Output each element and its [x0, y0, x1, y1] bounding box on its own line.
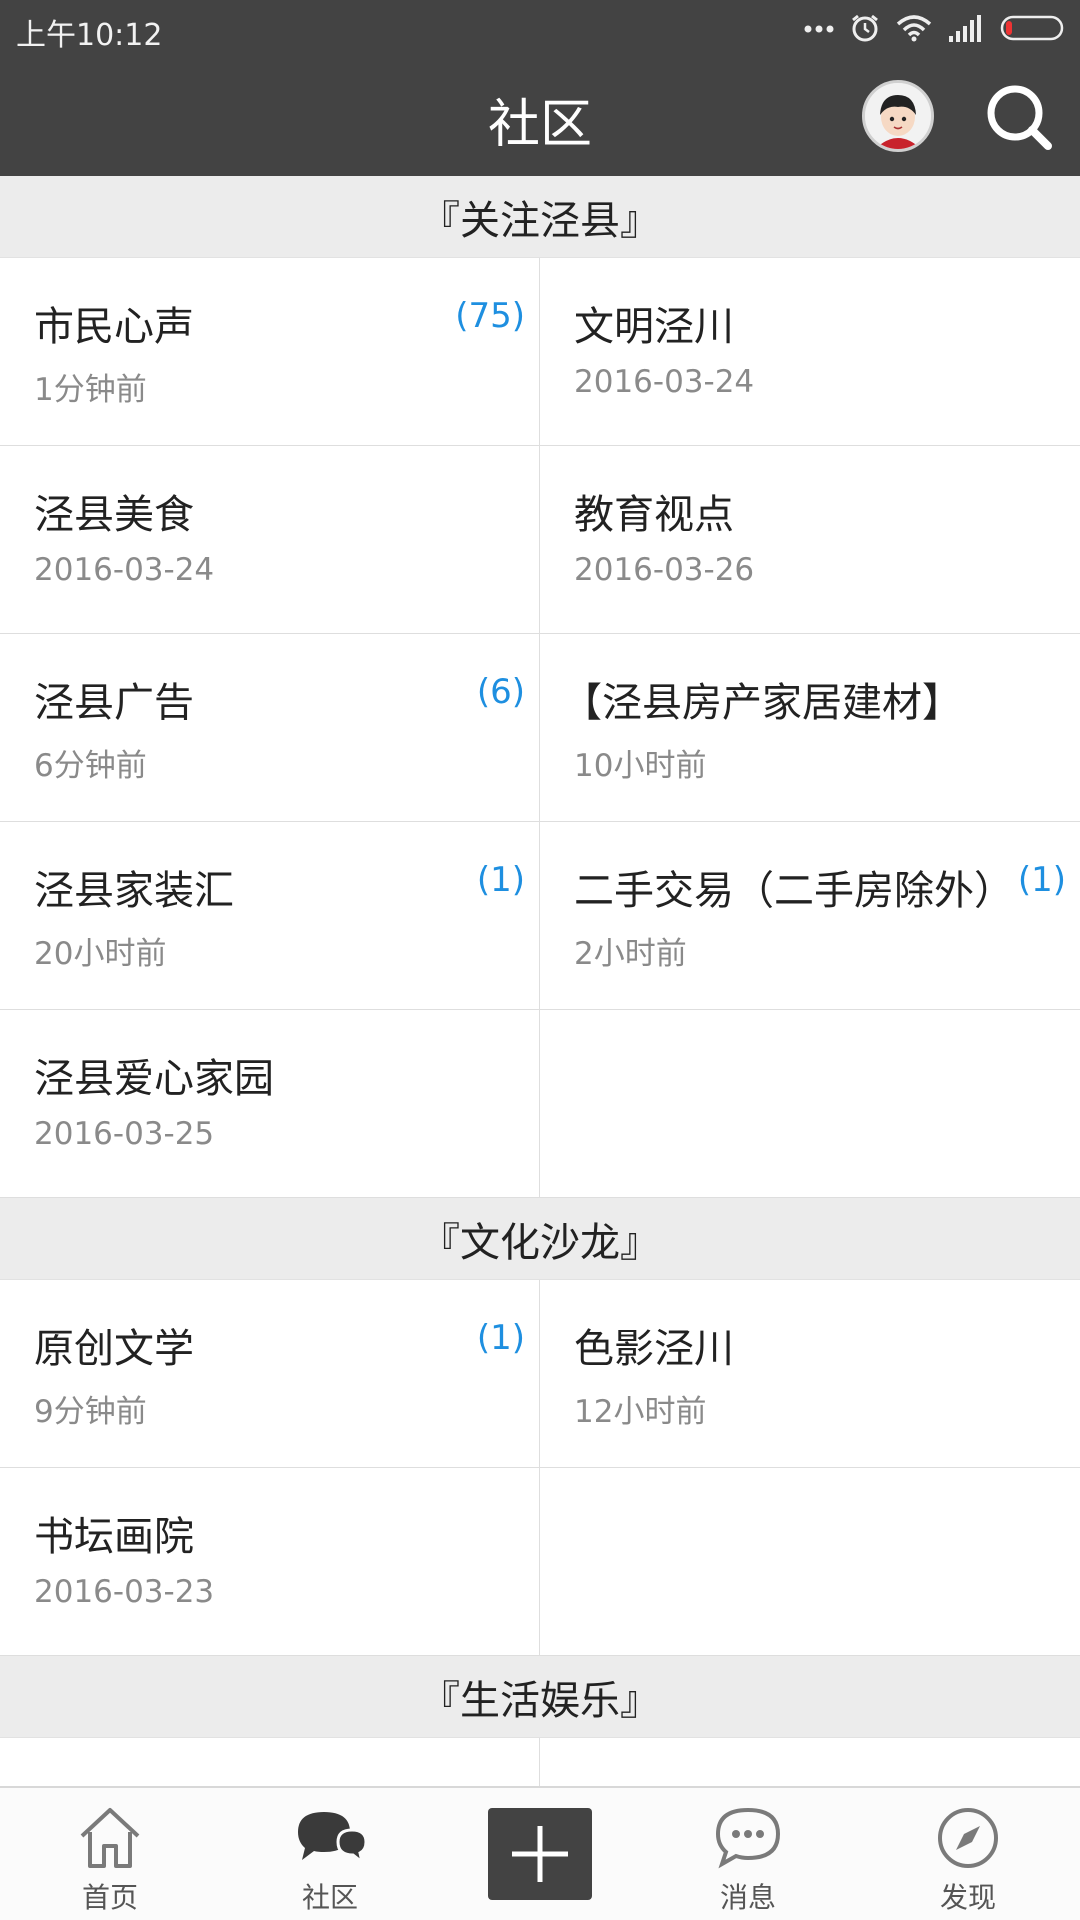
forum-item[interactable]: 泾县家装汇 (1) 20小时前	[0, 822, 540, 1010]
signal-icon	[949, 15, 981, 42]
forum-last-update: 1分钟前	[34, 372, 147, 408]
new-post-count: (75)	[455, 296, 525, 336]
add-post-button[interactable]	[488, 1808, 592, 1900]
home-icon	[80, 1808, 140, 1868]
status-bar: 上午10:12	[0, 0, 1080, 56]
forum-last-update: 20小时前	[34, 936, 167, 972]
nav-community-label: 社区	[301, 1881, 358, 1914]
forum-item[interactable]	[0, 1738, 540, 1786]
forum-last-update: 10小时前	[574, 748, 707, 784]
section-header: 『生活娱乐』	[0, 1656, 1080, 1738]
forum-item[interactable]: 泾县美食 2016-03-24	[0, 446, 540, 634]
forum-last-update: 12小时前	[574, 1394, 707, 1430]
forum-item[interactable]: 书坛画院 2016-03-23	[0, 1468, 540, 1656]
status-icons	[804, 12, 1066, 44]
forum-item-empty	[540, 1010, 1080, 1198]
forum-item[interactable]: 色影泾川 12小时前	[540, 1280, 1080, 1468]
avatar-illustration	[865, 83, 931, 149]
forum-last-update: 2小时前	[574, 936, 687, 972]
forum-name: 文明泾川	[574, 304, 734, 350]
forum-grid: 原创文学 (1) 9分钟前 色影泾川 12小时前 书坛画院 2016-03-23	[0, 1280, 1080, 1656]
battery-icon	[1000, 15, 1064, 41]
forum-last-update: 2016-03-26	[574, 552, 755, 588]
search-icon[interactable]	[984, 82, 1054, 152]
nav-discover[interactable]: 发现	[860, 1788, 1076, 1920]
nav-discover-label: 发现	[939, 1881, 996, 1914]
forum-last-update: 2016-03-24	[574, 364, 755, 400]
compass-icon	[938, 1808, 998, 1868]
nav-community[interactable]: 社区	[222, 1788, 438, 1920]
new-post-count: (1)	[476, 1318, 525, 1358]
forum-item[interactable]: 教育视点 2016-03-26	[540, 446, 1080, 634]
wifi-icon	[896, 15, 932, 42]
forum-name: 【泾县房产家居建材】	[562, 680, 962, 726]
forum-name: 市民心声	[34, 304, 194, 350]
forum-last-update: 2016-03-25	[34, 1116, 215, 1152]
forum-name: 二手交易（二手房除外）	[574, 868, 1014, 914]
forum-last-update: 2016-03-23	[34, 1574, 215, 1610]
forum-name: 色影泾川	[574, 1326, 734, 1372]
forum-grid	[0, 1738, 1080, 1786]
status-time: 上午10:12	[16, 18, 163, 53]
forum-item[interactable]: 泾县广告 (6) 6分钟前	[0, 634, 540, 822]
forum-item-empty	[540, 1468, 1080, 1656]
forum-name: 泾县广告	[34, 680, 194, 726]
forum-list[interactable]: 『关注泾县』 市民心声 (75) 1分钟前 文明泾川 2016-03-24 泾县…	[0, 176, 1080, 1786]
nav-messages-label: 消息	[719, 1881, 776, 1914]
forum-item[interactable]: 原创文学 (1) 9分钟前	[0, 1280, 540, 1468]
forum-item[interactable]: 泾县爱心家园 2016-03-25	[0, 1010, 540, 1198]
section-header: 『文化沙龙』	[0, 1198, 1080, 1280]
community-icon	[298, 1812, 368, 1866]
forum-name: 教育视点	[574, 492, 734, 538]
forum-last-update: 9分钟前	[34, 1394, 147, 1430]
add-icon	[512, 1826, 568, 1882]
new-post-count: (1)	[476, 860, 525, 900]
message-icon	[715, 1807, 781, 1869]
forum-grid: 市民心声 (75) 1分钟前 文明泾川 2016-03-24 泾县美食 2016…	[0, 258, 1080, 1198]
nav-home-label: 首页	[81, 1881, 138, 1914]
forum-item[interactable]: 市民心声 (75) 1分钟前	[0, 258, 540, 446]
forum-item[interactable]	[540, 1738, 1080, 1786]
bottom-nav: 首页 社区 消息 发现	[0, 1786, 1080, 1920]
more-dots-icon	[804, 25, 834, 33]
new-post-count: (6)	[476, 672, 525, 712]
forum-item[interactable]: 【泾县房产家居建材】 10小时前	[540, 634, 1080, 822]
forum-item[interactable]: 文明泾川 2016-03-24	[540, 258, 1080, 446]
forum-name: 原创文学	[34, 1326, 194, 1372]
forum-item[interactable]: 二手交易（二手房除外） (1) 2小时前	[540, 822, 1080, 1010]
forum-name: 泾县美食	[34, 492, 194, 538]
forum-last-update: 2016-03-24	[34, 552, 215, 588]
section-header: 『关注泾县』	[0, 176, 1080, 258]
nav-home[interactable]: 首页	[2, 1788, 218, 1920]
forum-name: 书坛画院	[34, 1514, 194, 1560]
forum-name: 泾县家装汇	[34, 868, 234, 914]
forum-last-update: 6分钟前	[34, 748, 147, 784]
avatar[interactable]	[862, 80, 934, 152]
new-post-count: (1)	[1017, 860, 1066, 900]
alarm-icon	[852, 14, 878, 42]
forum-name: 泾县爱心家园	[34, 1056, 274, 1102]
app-header: 社区	[0, 56, 1080, 176]
nav-messages[interactable]: 消息	[640, 1788, 856, 1920]
